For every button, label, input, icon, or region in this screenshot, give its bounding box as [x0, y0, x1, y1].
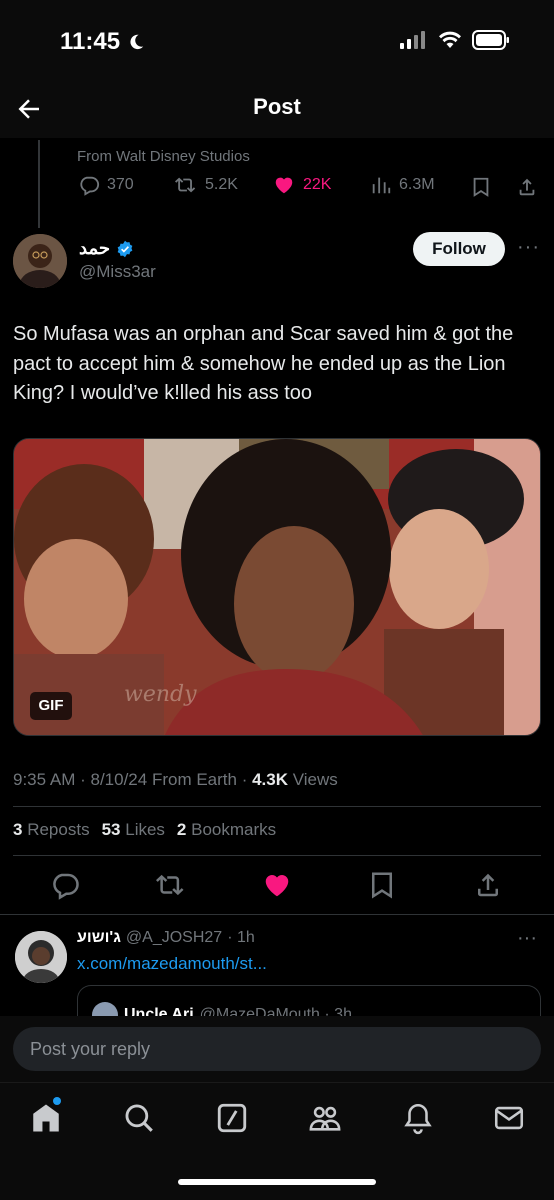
heart-icon[interactable] [262, 870, 292, 900]
previous-like-button[interactable]: 22K [272, 174, 331, 196]
bookmarks-stat[interactable]: 2 Bookmarks [177, 820, 276, 840]
more-options-icon[interactable]: ··· [517, 236, 540, 259]
gif-badge: GIF [30, 692, 72, 720]
reposts-stat[interactable]: 3 Reposts [13, 820, 90, 840]
reply-item[interactable]: ג'ושוע @A_JOSH27 · 1h ··· x.com/mazedamo… [0, 914, 554, 1025]
previous-reply-count: 370 [107, 176, 134, 193]
repost-icon[interactable] [156, 870, 186, 900]
post-action-bar [0, 870, 554, 902]
status-bar: 11:45 [0, 0, 554, 80]
tab-messages[interactable] [492, 1101, 526, 1135]
previous-post-actions: 370 5.2K 22K 6.3M [76, 174, 544, 202]
bookmark-icon[interactable] [470, 175, 492, 199]
reply-icon [80, 176, 100, 196]
notifications-icon [404, 1103, 432, 1135]
likes-stat[interactable]: 53 Likes [102, 820, 165, 840]
home-indicator [178, 1179, 376, 1185]
engagement-stats: 3 Reposts 53 Likes 2 Bookmarks [13, 820, 276, 840]
previous-post-source: From Walt Disney Studios [77, 148, 250, 165]
signal-icon [400, 31, 425, 49]
tab-communities[interactable] [308, 1101, 342, 1135]
reply-link[interactable]: x.com/mazedamouth/st... [77, 954, 267, 974]
messages-icon [494, 1106, 524, 1130]
views-icon [372, 177, 391, 194]
svg-text:wendy: wendy [124, 682, 197, 707]
previous-reply-button[interactable]: 370 [78, 174, 134, 196]
home-notification-dot [53, 1097, 61, 1105]
previous-views-count: 6.3M [399, 176, 435, 193]
previous-views-button[interactable]: 6.3M [370, 174, 435, 196]
previous-repost-button[interactable]: 5.2K [174, 174, 238, 196]
reply-icon[interactable] [50, 870, 80, 900]
reply-header: ג'ושוע @A_JOSH27 · 1h [77, 929, 255, 947]
author-handle[interactable]: @Miss3ar [79, 262, 156, 282]
post-media-gif[interactable]: wendy GIF [13, 438, 541, 736]
divider [13, 806, 541, 807]
reply-author-handle[interactable]: @A_JOSH27 [126, 929, 222, 947]
previous-repost-count: 5.2K [205, 176, 238, 193]
avatar-image [13, 234, 67, 288]
post-timestamp: 9:35 AM · 8/10/24 From Earth · 4.3K View… [13, 770, 338, 789]
wifi-icon [439, 31, 461, 48]
top-header: Post [0, 80, 554, 138]
reply-age: · 1h [227, 929, 255, 946]
reply-input[interactable] [13, 1027, 541, 1071]
tab-grok[interactable] [215, 1101, 249, 1135]
verified-icon [117, 240, 133, 257]
divider [13, 855, 541, 856]
bookmark-icon[interactable] [367, 870, 397, 900]
post-text: So Mufasa was an orphan and Scar saved h… [13, 323, 514, 404]
grok-icon [217, 1103, 247, 1133]
gif-image: wendy [14, 439, 540, 735]
page-title: Post [253, 94, 301, 119]
heart-icon [275, 177, 293, 194]
previous-like-count: 22K [303, 176, 332, 193]
thread-line [38, 140, 40, 228]
follow-button[interactable]: Follow [413, 232, 505, 266]
repost-icon [175, 177, 196, 193]
avatar[interactable] [13, 234, 67, 288]
reply-bar [0, 1016, 554, 1082]
share-icon[interactable] [516, 175, 538, 199]
views-count: 4.3K [252, 770, 289, 789]
reply-more-options-icon[interactable]: ··· [517, 927, 537, 950]
home-icon [33, 1104, 59, 1132]
moon-icon [130, 34, 143, 50]
author-display-name[interactable]: حمد [79, 238, 134, 259]
tab-notifications[interactable] [401, 1101, 435, 1135]
battery-icon [472, 30, 509, 50]
tab-search[interactable] [122, 1101, 156, 1135]
reply-avatar[interactable] [15, 931, 67, 983]
search-icon [125, 1104, 153, 1132]
reply-author-name[interactable]: ג'ושוע [77, 929, 121, 947]
status-time: 11:45 [60, 28, 145, 56]
tab-home[interactable] [29, 1097, 63, 1135]
reply-avatar-image [15, 931, 67, 983]
communities-icon [309, 1106, 341, 1131]
share-icon[interactable] [473, 870, 503, 900]
